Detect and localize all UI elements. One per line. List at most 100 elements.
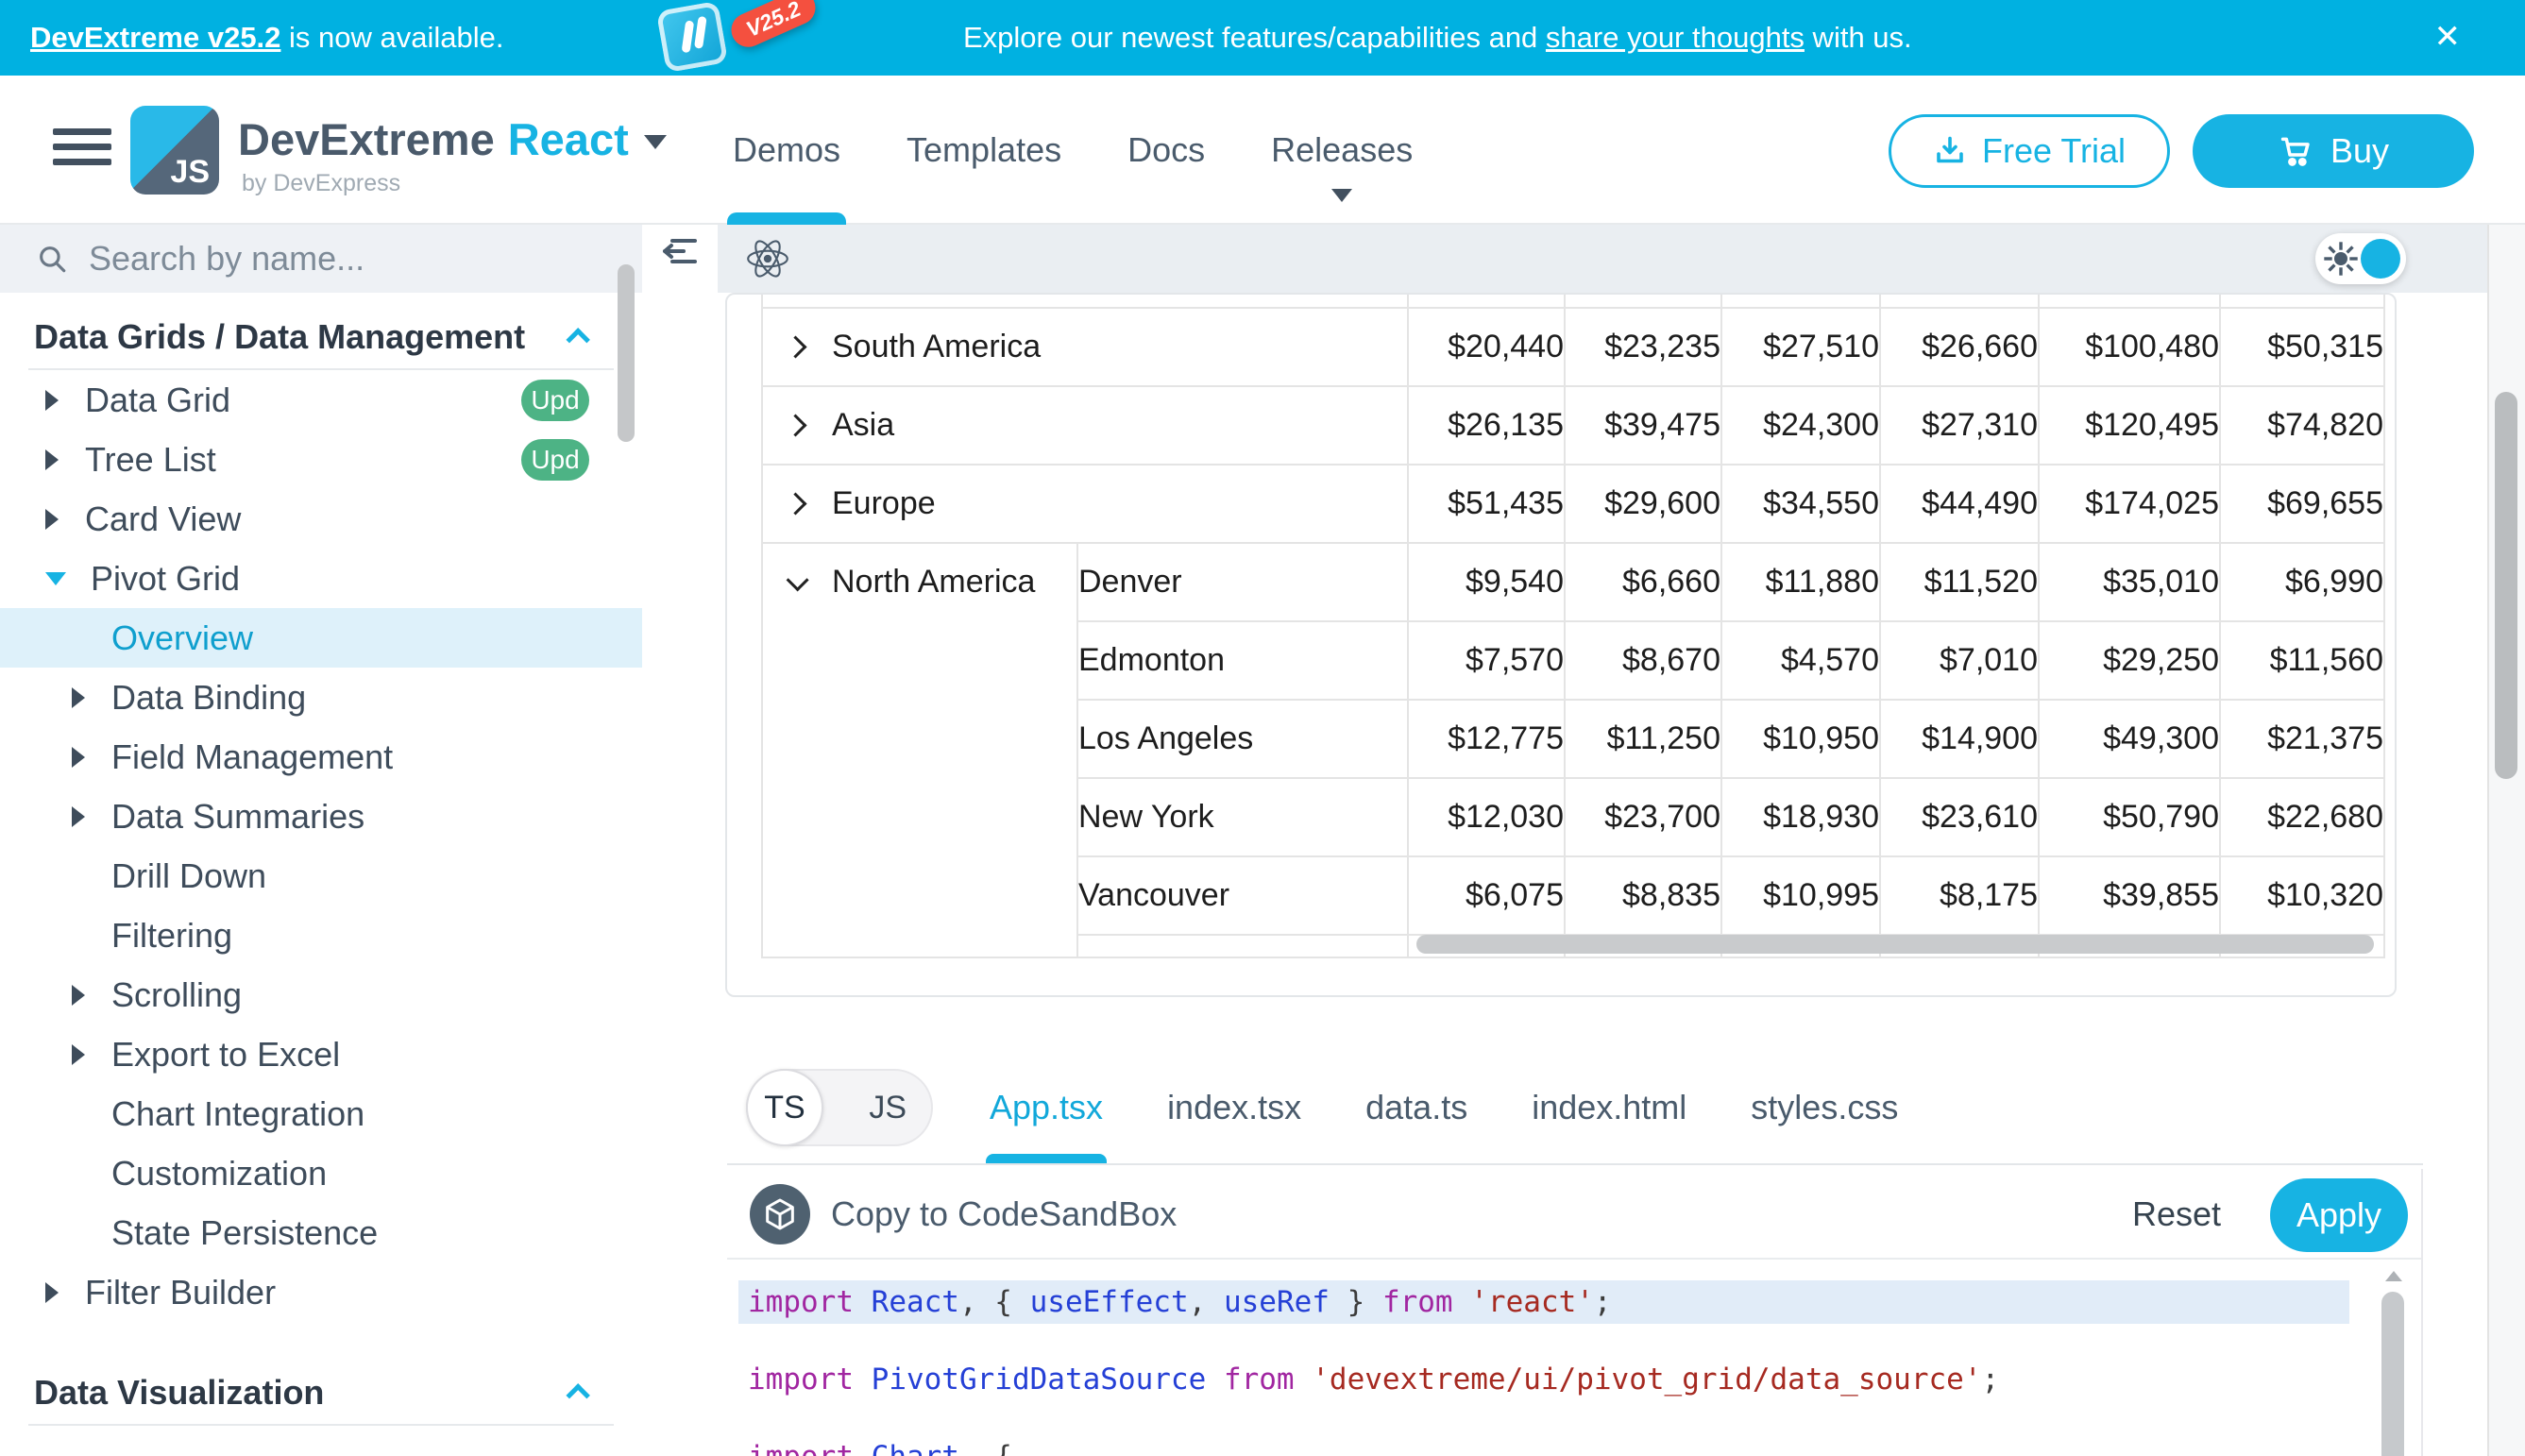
pivot-value-cell[interactable]: $6,660 bbox=[1565, 543, 1721, 621]
sidebar-item-data-binding[interactable]: Data Binding bbox=[0, 668, 642, 727]
tab-index-html[interactable]: index.html bbox=[1532, 1069, 1686, 1146]
devextreme-js-logo[interactable]: JS bbox=[130, 106, 219, 195]
pivot-value-cell[interactable]: $21,375 bbox=[2220, 700, 2384, 778]
pivot-region-header[interactable]: North America bbox=[763, 564, 1035, 601]
pivot-value-cell[interactable]: $6,075 bbox=[1408, 856, 1565, 935]
reset-button[interactable]: Reset bbox=[2132, 1184, 2221, 1244]
sidebar-item-overview[interactable]: Overview bbox=[0, 608, 642, 668]
pivot-value-cell[interactable]: $7,010 bbox=[1880, 621, 2039, 700]
tab-styles-css[interactable]: styles.css bbox=[1751, 1069, 1898, 1146]
pivot-value-cell[interactable]: $50,790 bbox=[2039, 778, 2220, 856]
hamburger-menu-icon[interactable] bbox=[53, 128, 111, 172]
pivot-value-cell[interactable]: $20,440 bbox=[1408, 308, 1565, 386]
pivot-value-cell[interactable]: $6,990 bbox=[2220, 543, 2384, 621]
pivot-city-cell[interactable]: New York bbox=[1077, 778, 1408, 856]
pivot-value-cell[interactable]: $23,610 bbox=[1880, 778, 2039, 856]
pivot-value-cell[interactable]: $8,175 bbox=[1880, 856, 2039, 935]
pivot-region-cell[interactable]: Asia bbox=[762, 386, 1408, 465]
nav-item-docs[interactable]: Docs bbox=[1127, 76, 1205, 225]
sidebar-item-tree-list[interactable]: Tree ListUpd bbox=[0, 430, 642, 489]
pivot-value-cell[interactable]: $11,880 bbox=[1721, 543, 1880, 621]
pivot-value-cell[interactable]: $49,300 bbox=[2039, 700, 2220, 778]
buy-button[interactable]: Buy bbox=[2193, 114, 2474, 188]
pivot-value-cell[interactable]: $35,010 bbox=[2039, 543, 2220, 621]
pivot-region-header[interactable]: Asia bbox=[763, 407, 1407, 444]
pivot-value-cell[interactable]: $26,660 bbox=[1880, 308, 2039, 386]
sidebar-item-pivot-grid[interactable]: Pivot Grid bbox=[0, 549, 642, 608]
pivot-value-cell[interactable]: $8,835 bbox=[1565, 856, 1721, 935]
nav-item-templates[interactable]: Templates bbox=[907, 76, 1061, 225]
chevron-right-icon[interactable] bbox=[784, 335, 806, 358]
pivot-city-cell[interactable]: Edmonton bbox=[1077, 621, 1408, 700]
pivot-value-cell[interactable]: $51,435 bbox=[1408, 465, 1565, 543]
pivot-value-cell[interactable]: $14,900 bbox=[1880, 700, 2039, 778]
pivot-value-cell[interactable]: $11,250 bbox=[1565, 700, 1721, 778]
pivot-city-cell[interactable]: Denver bbox=[1077, 543, 1408, 621]
pivot-value-cell[interactable]: $4,570 bbox=[1721, 621, 1880, 700]
pivot-region-header[interactable]: Europe bbox=[763, 485, 1407, 522]
pivot-value-cell[interactable]: $50,315 bbox=[2220, 308, 2384, 386]
pivot-value-cell[interactable]: $23,235 bbox=[1565, 308, 1721, 386]
pivot-hscroll-thumb[interactable] bbox=[1416, 935, 2374, 954]
pivot-value-cell[interactable]: $27,310 bbox=[1880, 386, 2039, 465]
pivot-value-cell[interactable]: $39,855 bbox=[2039, 856, 2220, 935]
close-icon[interactable]: ✕ bbox=[2434, 0, 2462, 76]
pivot-value-cell[interactable]: $74,820 bbox=[2220, 386, 2384, 465]
pivot-value-cell[interactable]: $9,540 bbox=[1408, 543, 1565, 621]
pivot-value-cell[interactable]: $10,950 bbox=[1721, 700, 1880, 778]
sidebar-item-export-to-excel[interactable]: Export to Excel bbox=[0, 1024, 642, 1084]
language-toggle[interactable]: TS JS bbox=[746, 1069, 933, 1146]
pivot-value-cell[interactable]: $120,495 bbox=[2039, 386, 2220, 465]
sidebar-item-filtering[interactable]: Filtering bbox=[0, 906, 642, 965]
pivot-value-cell[interactable]: $24,300 bbox=[1721, 386, 1880, 465]
sidebar-item-drill-down[interactable]: Drill Down bbox=[0, 846, 642, 906]
sidebar-item-field-management[interactable]: Field Management bbox=[0, 727, 642, 787]
pivot-value-cell[interactable]: $69,655 bbox=[2220, 465, 2384, 543]
chevron-right-icon[interactable] bbox=[784, 492, 806, 515]
pivot-value-cell[interactable]: $18,930 bbox=[1721, 778, 1880, 856]
pivot-city-cell[interactable]: Vancouver bbox=[1077, 856, 1408, 935]
collapse-sidebar-icon[interactable] bbox=[661, 236, 699, 271]
share-your-thoughts-link[interactable]: share your thoughts bbox=[1546, 21, 1805, 54]
pivot-value-cell[interactable]: $8,670 bbox=[1565, 621, 1721, 700]
pivot-value-cell[interactable]: $11,560 bbox=[2220, 621, 2384, 700]
language-option-js[interactable]: JS bbox=[869, 1071, 907, 1144]
pivot-value-cell[interactable]: $29,600 bbox=[1565, 465, 1721, 543]
chevron-right-icon[interactable] bbox=[784, 414, 806, 436]
page-scrollbar-thumb[interactable] bbox=[2495, 392, 2517, 779]
sidebar-item-filter-builder[interactable]: Filter Builder bbox=[0, 1262, 642, 1322]
pivot-region-cell[interactable]: Europe bbox=[762, 465, 1408, 543]
pivot-region-cell[interactable]: South America bbox=[762, 308, 1408, 386]
sidebar-search[interactable] bbox=[0, 225, 642, 293]
theme-toggle[interactable] bbox=[2315, 233, 2406, 284]
nav-item-demos[interactable]: Demos bbox=[733, 76, 840, 225]
pivot-value-cell[interactable]: $34,550 bbox=[1721, 465, 1880, 543]
free-trial-button[interactable]: Free Trial bbox=[1889, 114, 2170, 188]
sidebar-item-customization[interactable]: Customization bbox=[0, 1143, 642, 1203]
pivot-value-cell[interactable]: $39,475 bbox=[1565, 386, 1721, 465]
nav-item-releases[interactable]: Releases bbox=[1271, 76, 1413, 225]
sidebar-item-data-summaries[interactable]: Data Summaries bbox=[0, 787, 642, 846]
tab-index-tsx[interactable]: index.tsx bbox=[1167, 1069, 1301, 1146]
pivot-value-cell[interactable]: $12,030 bbox=[1408, 778, 1565, 856]
apply-button[interactable]: Apply bbox=[2270, 1178, 2408, 1252]
pivot-value-cell[interactable]: $23,700 bbox=[1565, 778, 1721, 856]
pivot-value-cell[interactable]: $12,775 bbox=[1408, 700, 1565, 778]
tab-app-tsx[interactable]: App.tsx bbox=[990, 1069, 1103, 1146]
pivot-region-cell[interactable]: North America bbox=[762, 543, 1077, 957]
sidebar-scrollbar[interactable] bbox=[618, 264, 635, 442]
code-scrollbar-thumb[interactable] bbox=[2381, 1292, 2404, 1456]
copy-to-codesandbox-button[interactable]: Copy to CodeSandBox bbox=[750, 1184, 1177, 1244]
code-scroll-up-icon[interactable] bbox=[2385, 1271, 2402, 1281]
sidebar-item-state-persistence[interactable]: State Persistence bbox=[0, 1203, 642, 1262]
pivot-value-cell[interactable]: $27,510 bbox=[1721, 308, 1880, 386]
pivot-value-cell[interactable]: $11,520 bbox=[1880, 543, 2039, 621]
pivot-value-cell[interactable]: $100,480 bbox=[2039, 308, 2220, 386]
pivot-region-header[interactable]: South America bbox=[763, 329, 1407, 365]
pivot-value-cell[interactable]: $26,135 bbox=[1408, 386, 1565, 465]
platform-chevron-down-icon[interactable] bbox=[644, 135, 667, 149]
pivot-value-cell[interactable]: $22,680 bbox=[2220, 778, 2384, 856]
sidebar-item-data-grid[interactable]: Data GridUpd bbox=[0, 370, 642, 430]
search-input[interactable] bbox=[89, 239, 542, 279]
pivot-value-cell[interactable]: $174,025 bbox=[2039, 465, 2220, 543]
